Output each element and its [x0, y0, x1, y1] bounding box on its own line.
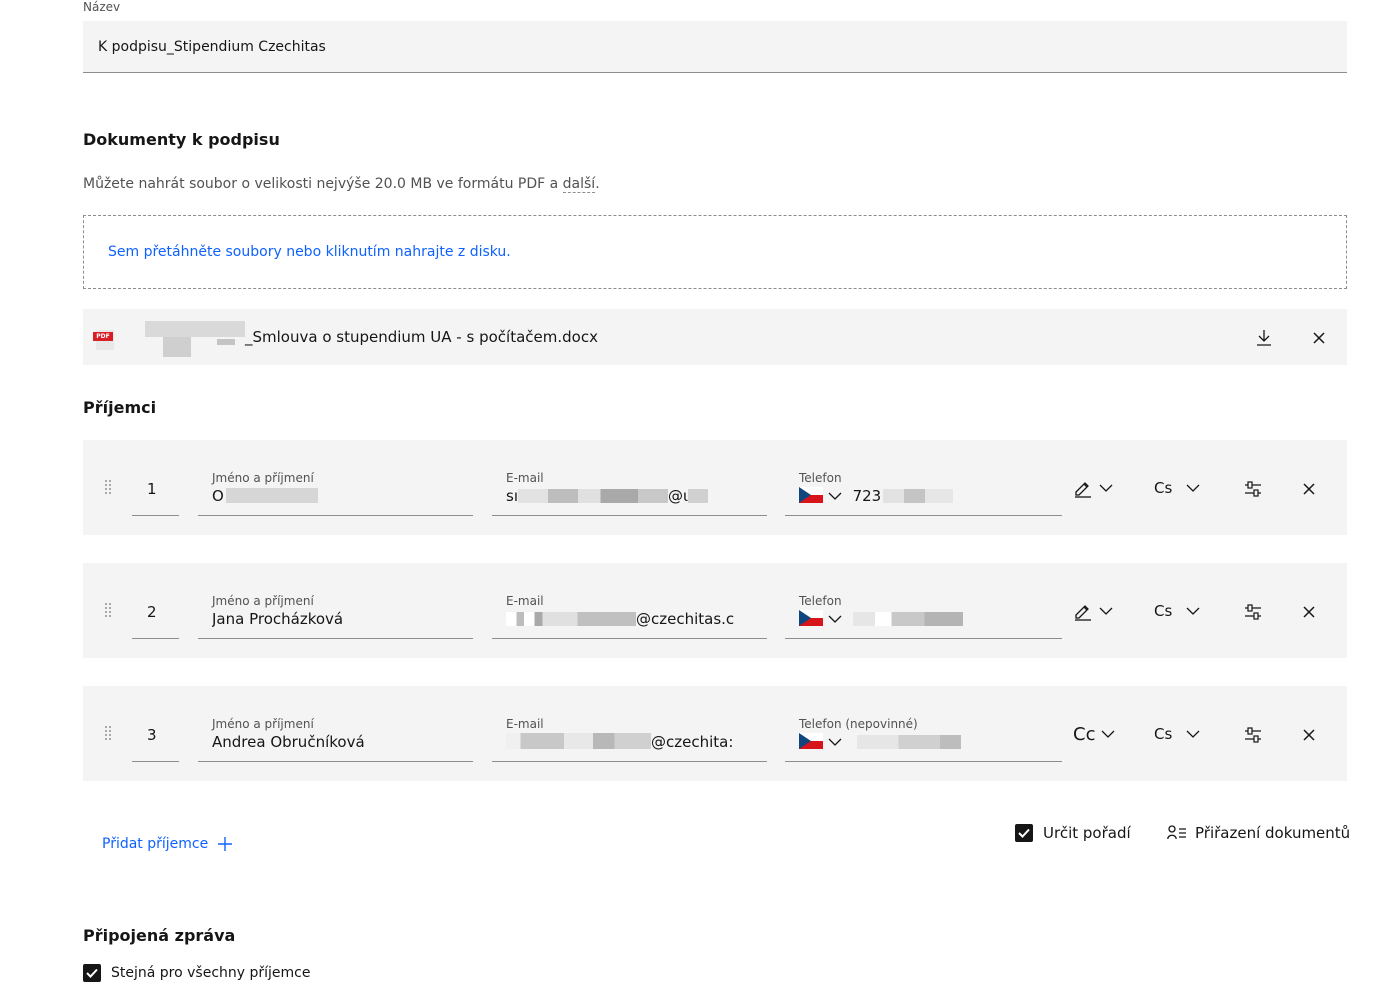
add-recipient-button[interactable]: Přidat příjemce: [102, 836, 233, 852]
drag-handle-icon[interactable]: [105, 603, 115, 617]
email-label: E-mail: [506, 471, 544, 485]
order-input[interactable]: 1: [132, 478, 179, 516]
drag-handle-icon[interactable]: [105, 480, 115, 494]
chevron-down-icon: [1186, 607, 1200, 615]
chevron-down-icon: [1099, 484, 1113, 492]
czech-flag-icon[interactable]: [799, 610, 823, 626]
checkbox-checked-icon[interactable]: [1015, 824, 1033, 842]
recipient-name-field[interactable]: Jméno a příjmení Andrea Obručníková: [198, 716, 473, 762]
redacted-filename: [145, 321, 245, 337]
email-value: @czechita:: [506, 732, 767, 752]
czech-flag-icon[interactable]: [799, 487, 823, 503]
name-value: Andrea Obručníková: [212, 733, 365, 751]
file-name: _Smlouva o stupendium UA - s počítačem.d…: [245, 328, 598, 346]
name-value: O: [212, 486, 473, 506]
set-order-label: Určit pořadí: [1043, 824, 1131, 842]
phone-value: 723: [799, 486, 1062, 506]
recipient-email-field[interactable]: E-mail @czechitas.c: [492, 593, 767, 639]
documents-helper: Můžete nahrát soubor o velikosti nejvýše…: [83, 176, 600, 193]
settings-sliders-icon[interactable]: [1241, 600, 1265, 624]
phone-label: Telefon: [799, 471, 842, 485]
download-icon[interactable]: [1253, 327, 1275, 349]
phone-label: Telefon: [799, 594, 842, 608]
same-for-all-label: Stejná pro všechny příjemce: [111, 965, 311, 981]
helper-text: Můžete nahrát soubor o velikosti nejvýše…: [83, 176, 563, 192]
recipients-title: Příjemci: [83, 398, 157, 417]
recipient-name-field[interactable]: Jméno a příjmení Jana Procházková: [198, 593, 473, 639]
settings-sliders-icon[interactable]: [1241, 723, 1265, 747]
chevron-down-icon: [1186, 484, 1200, 492]
name-label: Jméno a příjmení: [212, 594, 314, 608]
email-value: sı @ι: [506, 486, 767, 506]
helper-suffix: .: [595, 176, 600, 192]
plus-icon: [218, 837, 233, 851]
language-value: Cs: [1154, 479, 1173, 497]
assign-documents-button[interactable]: Přiřazení dokumentů: [1167, 824, 1350, 842]
language-value: Cs: [1154, 602, 1173, 620]
recipient-email-field[interactable]: E-mail @czechita:: [492, 716, 767, 762]
name-label: Jméno a příjmení: [212, 471, 314, 485]
language-select[interactable]: Cs: [1154, 598, 1200, 624]
chevron-down-icon: [1099, 607, 1113, 615]
name-input[interactable]: K podpisu_Stipendium Czechitas: [83, 21, 1347, 73]
recipient-phone-field[interactable]: Telefon 723: [785, 470, 1062, 516]
recipient-name-field[interactable]: Jméno a příjmení O: [198, 470, 473, 516]
redacted-filename: [163, 337, 191, 357]
chevron-down-icon[interactable]: [828, 737, 842, 747]
uploaded-file-row: PDF _Smlouva o stupendium UA - s počítač…: [83, 309, 1347, 365]
email-label: E-mail: [506, 594, 544, 608]
file-dropzone[interactable]: Sem přetáhněte soubory nebo kliknutím na…: [83, 215, 1347, 289]
chevron-down-icon: [1102, 730, 1115, 738]
sign-pen-icon: [1075, 482, 1091, 498]
role-select[interactable]: [1073, 598, 1113, 624]
checkbox-checked-icon[interactable]: [83, 964, 101, 982]
chevron-down-icon: [1186, 730, 1200, 738]
phone-value: [799, 609, 1062, 629]
settings-sliders-icon[interactable]: [1241, 477, 1265, 501]
name-label: Jméno a příjmení: [212, 717, 314, 731]
recipient-phone-field[interactable]: Telefon: [785, 593, 1062, 639]
recipient-row: 3 Jméno a příjmení Andrea Obručníková E-…: [83, 686, 1347, 781]
recipient-row: 1 Jméno a příjmení O E-mail sı @ι Telefon…: [83, 440, 1347, 535]
language-select[interactable]: Cs: [1154, 475, 1200, 501]
name-value: Jana Procházková: [212, 610, 344, 628]
redacted-filename: [217, 339, 235, 345]
drag-handle-icon[interactable]: [105, 726, 115, 740]
phone-value: [799, 732, 1062, 752]
email-value: @czechitas.c: [506, 609, 767, 629]
message-title: Připojená zpráva: [83, 926, 236, 945]
sign-pen-icon: [1075, 605, 1091, 621]
user-list-icon: [1167, 825, 1186, 840]
order-input[interactable]: 3: [132, 724, 179, 762]
chevron-down-icon[interactable]: [828, 491, 842, 501]
language-select[interactable]: Cs: [1154, 721, 1200, 747]
email-label: E-mail: [506, 717, 544, 731]
recipient-phone-field[interactable]: Telefon (nepovinné): [785, 716, 1062, 762]
chevron-down-icon[interactable]: [828, 614, 842, 624]
phone-label: Telefon (nepovinné): [799, 717, 918, 731]
role-value: Cc: [1073, 723, 1096, 745]
documents-title: Dokumenty k podpisu: [83, 130, 280, 149]
role-select[interactable]: [1073, 475, 1113, 501]
recipient-row: 2 Jméno a příjmení Jana Procházková E-ma…: [83, 563, 1347, 658]
remove-recipient-icon[interactable]: [1297, 600, 1321, 624]
assign-documents-label: Přiřazení dokumentů: [1195, 824, 1351, 842]
order-input[interactable]: 2: [132, 601, 179, 639]
set-order-checkbox[interactable]: Určit pořadí: [1015, 824, 1131, 842]
add-recipient-label: Přidat příjemce: [102, 836, 209, 852]
czech-flag-icon[interactable]: [799, 733, 823, 749]
helper-more-link[interactable]: další: [562, 176, 596, 193]
recipient-email-field[interactable]: E-mail sı @ι: [492, 470, 767, 516]
role-select[interactable]: Cc: [1073, 721, 1115, 747]
remove-recipient-icon[interactable]: [1297, 477, 1321, 501]
pdf-file-icon: PDF: [93, 330, 115, 352]
language-value: Cs: [1154, 725, 1173, 743]
remove-recipient-icon[interactable]: [1297, 723, 1321, 747]
dropzone-text: Sem přetáhněte soubory nebo kliknutím na…: [108, 244, 511, 260]
remove-file-icon[interactable]: [1308, 327, 1330, 349]
name-field-label: Název: [83, 0, 121, 14]
same-for-all-checkbox[interactable]: Stejná pro všechny příjemce: [83, 964, 311, 982]
